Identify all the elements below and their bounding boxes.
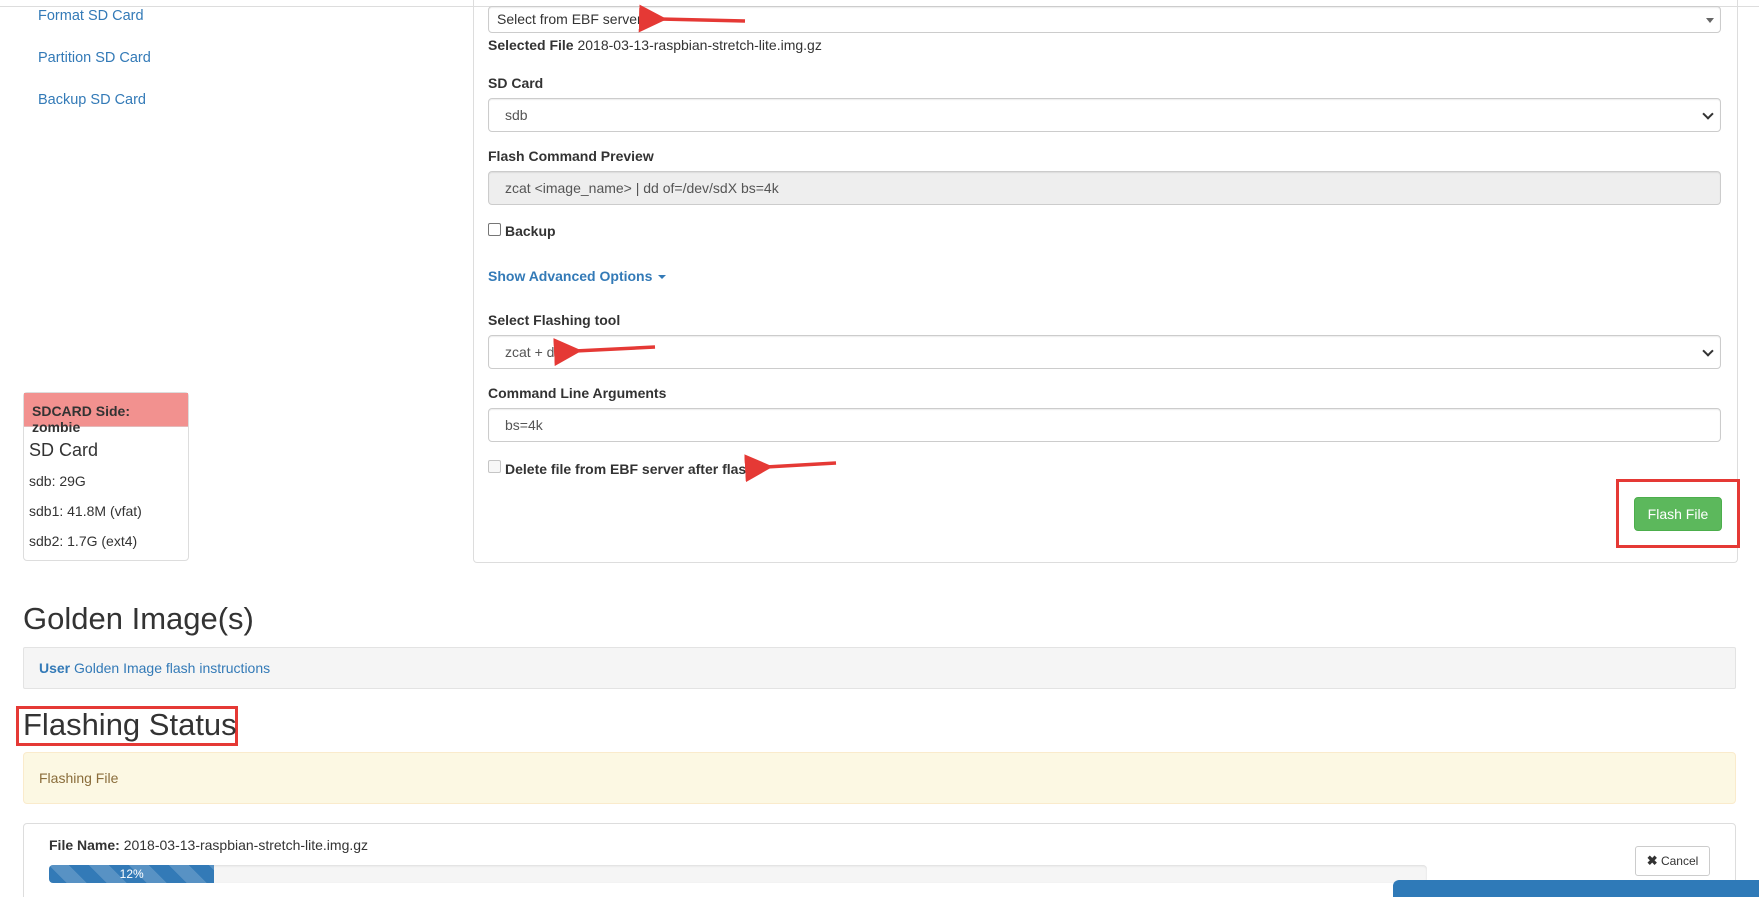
chevron-down-icon bbox=[1706, 18, 1714, 23]
caret-down-icon bbox=[658, 275, 667, 280]
cmd-args-label: Command Line Arguments bbox=[488, 385, 667, 401]
chevron-down-icon bbox=[1702, 108, 1714, 120]
flashing-status-alert: Flashing File bbox=[23, 752, 1736, 804]
sd-card-panel-title: SD Card bbox=[29, 440, 99, 460]
bottom-overlay-bar bbox=[1393, 880, 1759, 897]
flashing-status-heading: Flashing Status bbox=[23, 707, 237, 742]
golden-images-line: User Golden Image flash instructions bbox=[39, 660, 270, 676]
show-advanced-options-text: Show Advanced Options bbox=[488, 268, 653, 284]
cancel-button-label: Cancel bbox=[1660, 854, 1699, 868]
show-advanced-options-link[interactable]: Show Advanced Options bbox=[488, 268, 667, 284]
selected-file-label: Selected File bbox=[488, 37, 574, 53]
flashing-tool-select[interactable]: zcat + dd bbox=[488, 335, 1721, 369]
chevron-down-icon bbox=[1702, 345, 1714, 357]
flash-file-button[interactable]: Flash File bbox=[1634, 497, 1722, 531]
sd-card-select[interactable]: sdb bbox=[488, 98, 1721, 132]
flash-progress-bar: 12% bbox=[49, 865, 1427, 883]
sd-card-item: sdb2: 1.7G (ext4) bbox=[29, 533, 138, 549]
sd-card-panel-header: SDCARD Side: zombie bbox=[24, 393, 188, 435]
delete-file-label: Delete file from EBF server after flash bbox=[505, 461, 755, 477]
golden-user-label: User bbox=[39, 660, 71, 676]
sidebar-link-format-sd[interactable]: Format SD Card bbox=[38, 8, 144, 24]
flash-progress-fill: 12% bbox=[49, 865, 215, 883]
sd-card-select-value: sdb bbox=[505, 107, 528, 123]
file-name-label: File Name: bbox=[49, 837, 120, 853]
sidebar-link-backup-sd[interactable]: Backup SD Card bbox=[38, 92, 146, 108]
selected-file-value: 2018-03-13-raspbian-stretch-lite.img.gz bbox=[577, 37, 822, 53]
flash-preview-field: zcat <image_name> | dd of=/dev/sdX bs=4k bbox=[488, 171, 1721, 205]
selected-file-line: Selected File 2018-03-13-raspbian-stretc… bbox=[488, 37, 822, 53]
flashing-tool-select-value: zcat + dd bbox=[505, 344, 563, 360]
golden-images-well bbox=[23, 647, 1736, 689]
source-select-value: Select from EBF server bbox=[497, 11, 642, 27]
sd-card-item: sdb: 29G bbox=[29, 473, 86, 489]
backup-label: Backup bbox=[505, 223, 556, 239]
flashing-tool-label: Select Flashing tool bbox=[488, 312, 621, 328]
file-name-line: File Name: 2018-03-13-raspbian-stretch-l… bbox=[49, 837, 368, 853]
golden-instructions-link[interactable]: Golden Image flash instructions bbox=[74, 660, 270, 676]
cancel-button[interactable]: ✖ Cancel bbox=[1635, 846, 1710, 876]
sd-card-label: SD Card bbox=[488, 75, 544, 91]
sd-card-item: sdb1: 41.8M (vfat) bbox=[29, 503, 142, 519]
backup-checkbox[interactable] bbox=[488, 223, 501, 236]
delete-file-checkbox[interactable] bbox=[488, 460, 501, 473]
cmd-args-input[interactable]: bs=4k bbox=[488, 408, 1721, 442]
close-icon: ✖ bbox=[1646, 853, 1658, 868]
flash-preview-label: Flash Command Preview bbox=[488, 148, 654, 164]
golden-images-heading: Golden Image(s) bbox=[23, 601, 254, 636]
sidebar-link-partition-sd[interactable]: Partition SD Card bbox=[38, 50, 151, 66]
file-name-value: 2018-03-13-raspbian-stretch-lite.img.gz bbox=[123, 837, 369, 853]
source-select[interactable]: Select from EBF server bbox=[488, 6, 1721, 33]
